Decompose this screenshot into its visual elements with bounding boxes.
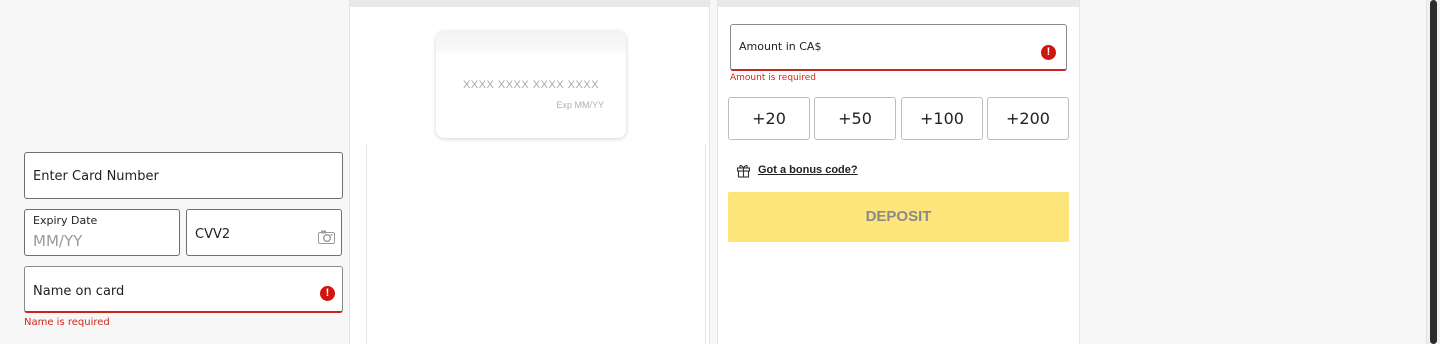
cvv-field[interactable]: CVV2 <box>186 209 342 256</box>
error-icon: ! <box>320 286 335 301</box>
card-preview-band <box>436 31 626 53</box>
card-preview: XXXX XXXX XXXX XXXX Exp MM/YY <box>436 31 626 138</box>
quick-amount-button[interactable]: +20 <box>728 97 810 140</box>
scrollbar-thumb[interactable] <box>1430 0 1437 344</box>
name-on-card-label: Name on card <box>33 284 125 299</box>
bonus-code-link[interactable]: Got a bonus code? <box>758 164 858 176</box>
deposit-panel: Amount in CA$ ! Amount is required +20 +… <box>717 0 1080 344</box>
amount-label: Amount in CA$ <box>739 40 822 53</box>
quick-amount-button[interactable]: +200 <box>987 97 1069 140</box>
expiry-date-field[interactable]: Expiry Date MM/YY <box>24 209 180 256</box>
card-form-box <box>366 144 706 344</box>
card-preview-number: XXXX XXXX XXXX XXXX <box>462 79 600 91</box>
quick-amount-button[interactable]: +50 <box>814 97 896 140</box>
expiry-date-placeholder: MM/YY <box>33 232 83 250</box>
quick-amount-button[interactable]: +100 <box>901 97 983 140</box>
gift-icon <box>736 163 751 183</box>
page-scrollbar[interactable] <box>1426 0 1440 344</box>
card-preview-expiry: Exp MM/YY <box>556 100 604 110</box>
expiry-date-label: Expiry Date <box>33 214 98 227</box>
panel-top-bar <box>718 0 1079 7</box>
deposit-button[interactable]: DEPOSIT <box>728 192 1069 242</box>
card-details-panel: XXXX XXXX XXXX XXXX Exp MM/YY <box>349 0 710 344</box>
card-number-field[interactable]: Enter Card Number <box>24 152 343 199</box>
name-error-message: Name is required <box>24 317 110 328</box>
camera-icon[interactable] <box>318 229 335 248</box>
error-icon: ! <box>1041 45 1056 60</box>
amount-field[interactable]: Amount in CA$ ! <box>730 24 1067 71</box>
name-on-card-field[interactable]: Name on card ! <box>24 266 343 313</box>
amount-error-message: Amount is required <box>730 73 816 83</box>
card-number-label: Enter Card Number <box>33 169 159 184</box>
cvv-label: CVV2 <box>195 227 231 242</box>
panel-top-bar <box>350 0 709 7</box>
